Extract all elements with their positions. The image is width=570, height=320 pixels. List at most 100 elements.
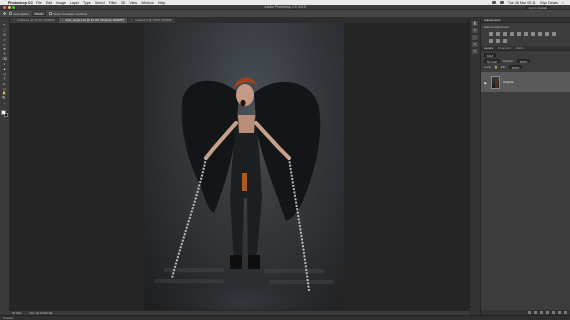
options-bar: ✥ Auto-Select Group Show Transform Contr… bbox=[0, 10, 570, 18]
blend-mode-dropdown[interactable]: Normal bbox=[484, 59, 500, 64]
exposure-icon[interactable] bbox=[510, 32, 514, 36]
adjustments-subtitle: Add an adjustment bbox=[484, 25, 510, 29]
move-tool-icon[interactable]: ✥ bbox=[3, 11, 6, 16]
fill-input[interactable]: 100% bbox=[508, 65, 523, 70]
layer-name[interactable]: Original bbox=[503, 80, 513, 84]
opacity-label: Opacity: bbox=[502, 59, 514, 63]
move-tool-icon[interactable]: ↖ bbox=[2, 23, 8, 27]
character-panel-icon[interactable]: A bbox=[472, 42, 478, 47]
history-panel-icon[interactable]: ⌛ bbox=[472, 21, 478, 26]
menu-3d[interactable]: 3D bbox=[121, 1, 126, 5]
show-transform-checkbox[interactable]: Show Transform Controls bbox=[49, 12, 87, 16]
tab-adjustments[interactable]: Adjustments bbox=[484, 18, 501, 22]
foreground-color-swatch[interactable] bbox=[1, 110, 6, 115]
eye-icon[interactable]: ◉ bbox=[484, 81, 488, 85]
properties-panel-icon[interactable]: ≡ bbox=[472, 28, 478, 33]
right-panels: Adjustments Add an adjustment Layers Cha… bbox=[480, 18, 570, 315]
type-tool-icon[interactable]: T bbox=[2, 77, 8, 81]
show-transform-label: Show Transform Controls bbox=[53, 11, 88, 16]
app-name-menu[interactable]: Photoshop CC bbox=[8, 1, 33, 5]
menu-image[interactable]: Image bbox=[56, 1, 66, 5]
menu-filter[interactable]: Filter bbox=[109, 1, 117, 5]
zoom-tool-icon[interactable]: 🔍 bbox=[2, 96, 8, 100]
auto-select-target-dropdown[interactable]: Group bbox=[31, 11, 47, 16]
channel-mixer-icon[interactable] bbox=[552, 32, 556, 36]
pen-tool-icon[interactable]: ▲ bbox=[2, 67, 8, 71]
layer-kind-filter[interactable]: Kind bbox=[484, 53, 497, 58]
lock-label: Lock: bbox=[484, 65, 492, 69]
tab-channels[interactable]: Channels bbox=[498, 46, 511, 50]
auto-select-label: Auto-Select bbox=[13, 11, 29, 16]
path-select-tool-icon[interactable]: ▸ bbox=[2, 82, 8, 86]
battery-icon[interactable] bbox=[499, 1, 504, 4]
dodge-tool-icon[interactable]: ◐ bbox=[2, 62, 8, 66]
layer-thumbnail bbox=[491, 75, 500, 89]
black-white-icon[interactable] bbox=[538, 32, 542, 36]
menu-edit[interactable]: Edit bbox=[46, 1, 52, 5]
menubar-status-area: Tue 28 Mar 00:11 Glyn Dewis ⌕ bbox=[491, 1, 570, 5]
link-layers-icon[interactable] bbox=[528, 311, 531, 314]
timeline-label: Timeline bbox=[3, 316, 14, 320]
workspace-switcher[interactable]: Glyn's Default bbox=[525, 5, 550, 10]
lock-icon[interactable]: 🔒 bbox=[494, 65, 498, 69]
tab-layers[interactable]: Layers bbox=[484, 46, 493, 50]
timeline-panel[interactable]: Timeline bbox=[0, 315, 570, 320]
quick-select-tool-icon[interactable]: ⌗ bbox=[2, 38, 8, 42]
crop-tool-icon[interactable]: ✂ bbox=[2, 43, 8, 47]
fill-label: Fill: bbox=[500, 65, 506, 69]
eyedropper-tool-icon[interactable]: ⊕ bbox=[2, 48, 8, 52]
wifi-icon[interactable] bbox=[491, 1, 496, 4]
trash-icon[interactable] bbox=[564, 311, 567, 314]
photo-filter-icon[interactable] bbox=[545, 32, 549, 36]
paragraph-panel-icon[interactable]: ¶ bbox=[472, 49, 478, 54]
posterize-icon[interactable] bbox=[496, 39, 500, 43]
tab-paths[interactable]: Paths bbox=[516, 46, 524, 50]
layer-row[interactable]: ◉ Original bbox=[481, 72, 570, 92]
search-icon[interactable]: ⌕ bbox=[562, 1, 564, 5]
menu-type[interactable]: Type bbox=[83, 1, 91, 5]
clock[interactable]: Tue 28 Mar 00:11 bbox=[508, 1, 536, 5]
document-image[interactable] bbox=[144, 23, 344, 310]
menu-window[interactable]: Window bbox=[141, 1, 154, 5]
menu-layer[interactable]: Layer bbox=[70, 1, 79, 5]
menu-view[interactable]: View bbox=[129, 1, 137, 5]
opacity-input[interactable]: 100% bbox=[516, 59, 531, 64]
add-mask-icon[interactable] bbox=[540, 311, 543, 314]
new-group-icon[interactable] bbox=[552, 311, 555, 314]
more-tools-icon[interactable]: … bbox=[2, 101, 8, 105]
layer-controls: Kind Normal Opacity: 100% Lock: 🔒 Fill: … bbox=[481, 51, 570, 71]
user-name[interactable]: Glyn Dewis bbox=[540, 1, 558, 5]
canvas-area[interactable] bbox=[10, 23, 468, 311]
lasso-tool-icon[interactable]: ʘ bbox=[2, 33, 8, 37]
eraser-tool-icon[interactable]: ⌫ bbox=[2, 57, 8, 61]
panel-icon-strip: ⌛ ≡ i A ¶ bbox=[470, 18, 480, 315]
curves-icon[interactable] bbox=[503, 32, 507, 36]
layer-blend-row: Normal Opacity: 100% bbox=[484, 59, 567, 64]
color-swatches[interactable] bbox=[1, 110, 8, 118]
color-balance-icon[interactable] bbox=[531, 32, 535, 36]
marquee-tool-icon[interactable]: ⬚ bbox=[2, 28, 8, 32]
layer-lock-row: Lock: 🔒 Fill: 100% bbox=[484, 65, 567, 70]
new-layer-icon[interactable] bbox=[558, 311, 561, 314]
levels-icon[interactable] bbox=[496, 32, 500, 36]
brightness-icon[interactable] bbox=[489, 32, 493, 36]
brush-tool-icon[interactable]: ✎ bbox=[2, 52, 8, 56]
menu-help[interactable]: Help bbox=[158, 1, 165, 5]
new-adjustment-icon[interactable] bbox=[546, 311, 549, 314]
layers-panel-footer bbox=[481, 310, 570, 315]
window-title: Adobe Photoshop CC 2015 bbox=[264, 5, 306, 9]
gradient-tool-icon[interactable]: ◇ bbox=[2, 72, 8, 76]
invert-icon[interactable] bbox=[489, 39, 493, 43]
hue-saturation-icon[interactable] bbox=[524, 32, 528, 36]
menu-file[interactable]: File bbox=[36, 1, 42, 5]
info-panel-icon[interactable]: i bbox=[472, 35, 478, 40]
tools-panel: ↖ ⬚ ʘ ⌗ ✂ ⊕ ✎ ⌫ ◐ ▲ ◇ T ▸ ▭ ✋ 🔍 … bbox=[0, 18, 10, 314]
adjustment-icons bbox=[481, 31, 570, 44]
threshold-icon[interactable] bbox=[503, 39, 507, 43]
photo-illustration bbox=[144, 77, 344, 310]
auto-select-checkbox[interactable]: Auto-Select bbox=[9, 12, 29, 16]
layer-style-icon[interactable] bbox=[534, 311, 537, 314]
layer-filter-row: Kind bbox=[484, 53, 567, 58]
vibrance-icon[interactable] bbox=[517, 32, 521, 36]
menu-select[interactable]: Select bbox=[95, 1, 105, 5]
